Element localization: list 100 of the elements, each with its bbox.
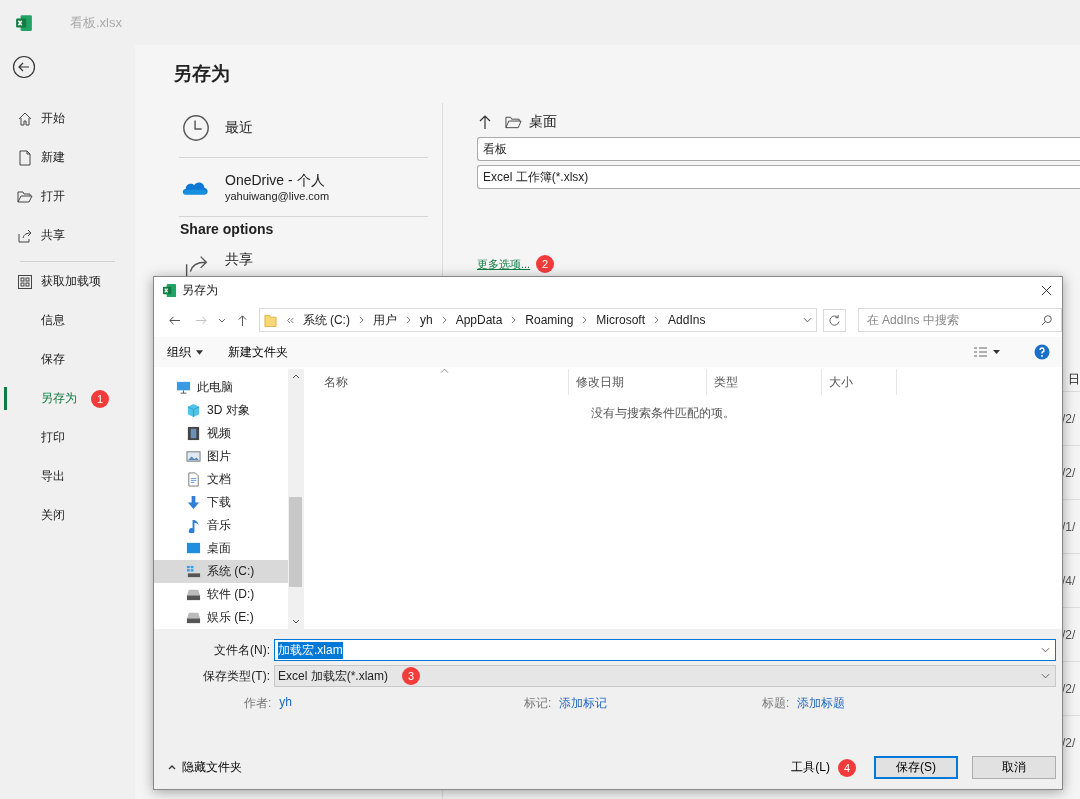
refresh-icon[interactable]: [822, 308, 846, 332]
search-field[interactable]: 在 AddIns 中搜索: [857, 308, 1062, 332]
tree-item[interactable]: 桌面: [154, 537, 288, 560]
double-chevron-icon[interactable]: [285, 316, 294, 324]
file-name-field[interactable]: 看板: [477, 137, 1080, 161]
nav-item[interactable]: 打开: [41, 188, 65, 205]
hide-folders-button[interactable]: 隐藏文件夹: [176, 759, 242, 776]
clock-icon: [181, 113, 211, 143]
tree-item[interactable]: 下载: [154, 491, 288, 514]
meta-label: 标记:: [524, 694, 552, 712]
page-title: 另存为: [173, 62, 231, 86]
close-icon[interactable]: [1041, 284, 1052, 296]
scroll-down-icon[interactable]: [291, 619, 300, 624]
caret-icon[interactable]: [217, 316, 226, 324]
breadcrumb[interactable]: Microsoft: [596, 313, 646, 327]
nav-item[interactable]: 导出: [41, 468, 65, 485]
tree-item[interactable]: 系统 (C:): [154, 560, 288, 583]
file-title: 看板.xlsx: [70, 13, 122, 32]
tree-item[interactable]: 音乐: [154, 514, 288, 537]
location-item[interactable]: 最近: [225, 119, 253, 137]
step-badge: 4: [838, 758, 856, 777]
dropdown-icon[interactable]: [1041, 673, 1050, 679]
nav-item[interactable]: 开始: [41, 110, 65, 127]
excel-logo-icon: [15, 13, 33, 32]
file-type-field[interactable]: Excel 工作簿(*.xlsx): [477, 165, 1080, 189]
computer-icon: [176, 380, 191, 395]
drive-icon: [186, 587, 201, 602]
step-badge: 3: [402, 667, 420, 685]
breadcrumb[interactable]: AddIns: [668, 313, 706, 327]
grid-icon: [17, 273, 33, 290]
nav-item[interactable]: 共享: [41, 227, 65, 244]
document-icon: [186, 472, 201, 487]
drive-icon: [186, 564, 201, 579]
nav-item[interactable]: 另存为: [41, 390, 77, 407]
tree-item[interactable]: 文档: [154, 468, 288, 491]
tree-item[interactable]: 视频: [154, 422, 288, 445]
organize-button[interactable]: 组织: [164, 341, 194, 363]
new-folder-button[interactable]: 新建文件夹: [225, 341, 291, 363]
meta-value-link[interactable]: yh: [279, 694, 293, 712]
folder-name: 桌面: [529, 113, 557, 131]
nav-item[interactable]: 保存: [41, 351, 65, 368]
more-options-link[interactable]: 更多选项...: [477, 256, 531, 272]
chevron-icon[interactable]: [511, 316, 517, 324]
folder-icon: [505, 115, 522, 129]
help-icon[interactable]: [1034, 344, 1050, 360]
chevron-icon[interactable]: [358, 316, 364, 324]
nav-item[interactable]: 获取加载项: [41, 273, 101, 290]
breadcrumb[interactable]: 用户: [372, 311, 397, 329]
step-badge: 1: [91, 389, 109, 408]
search-icon[interactable]: [1041, 314, 1053, 326]
tree-item[interactable]: 此电脑: [154, 376, 288, 399]
nav-item[interactable]: 打印: [41, 429, 65, 446]
sort-caret-icon: [440, 368, 449, 374]
tree-item[interactable]: 3D 对象: [154, 399, 288, 422]
file-type-dropdown[interactable]: Excel 加载宏(*.xlam): [278, 667, 388, 685]
caret-icon[interactable]: [196, 349, 203, 355]
dialog-title: 另存为: [182, 281, 218, 299]
chevron-icon[interactable]: [654, 316, 660, 324]
meta-value-link[interactable]: 添加标题: [797, 694, 846, 712]
column-header[interactable]: 修改日期: [569, 369, 707, 395]
document-icon: [17, 149, 33, 166]
nav-item[interactable]: 新建: [41, 149, 65, 166]
account-email: yahuiwang@live.com: [225, 190, 330, 202]
tools-button[interactable]: 工具(L): [789, 759, 832, 776]
tree-item[interactable]: 娱乐 (E:): [154, 606, 288, 629]
download-arrow-icon: [186, 495, 201, 510]
nav-item[interactable]: 关闭: [41, 507, 65, 524]
nav-item[interactable]: 信息: [41, 312, 65, 329]
chevron-icon[interactable]: [582, 316, 588, 324]
image-icon: [186, 449, 201, 464]
tree-item[interactable]: 图片: [154, 445, 288, 468]
share-item[interactable]: 共享: [225, 251, 253, 269]
chevron-icon[interactable]: [405, 316, 411, 324]
meta-label: 标题:: [762, 694, 790, 712]
up-arrow-icon[interactable]: [477, 114, 493, 130]
breadcrumb[interactable]: AppData: [455, 313, 503, 327]
meta-label: 作者:: [244, 694, 272, 712]
excel-logo-icon: [162, 282, 177, 298]
view-options-icon[interactable]: [972, 346, 1002, 358]
meta-value-link[interactable]: 添加标记: [559, 694, 608, 712]
chevron-icon[interactable]: [441, 316, 447, 324]
share-icon: [17, 227, 33, 244]
save-button[interactable]: 保存(S): [874, 756, 958, 779]
dropdown-icon[interactable]: [802, 317, 812, 323]
cancel-button[interactable]: 取消: [972, 756, 1056, 779]
column-header[interactable]: 类型: [707, 369, 822, 395]
location-item[interactable]: OneDrive - 个人: [225, 172, 330, 190]
music-note-icon: [186, 518, 201, 533]
breadcrumb[interactable]: Roaming: [525, 313, 574, 327]
drive-icon: [186, 610, 201, 625]
scroll-up-icon[interactable]: [291, 374, 300, 379]
back-icon[interactable]: [12, 55, 36, 79]
column-header[interactable]: 名称: [304, 369, 569, 395]
breadcrumb[interactable]: yh: [419, 313, 433, 327]
tree-item[interactable]: 软件 (D:): [154, 583, 288, 606]
caret-icon[interactable]: [168, 765, 176, 770]
empty-message: 没有与搜索条件匹配的项。: [590, 405, 736, 422]
scrollbar[interactable]: [288, 369, 303, 629]
column-header[interactable]: 大小: [822, 369, 897, 395]
breadcrumb[interactable]: 系统 (C:): [302, 311, 350, 329]
